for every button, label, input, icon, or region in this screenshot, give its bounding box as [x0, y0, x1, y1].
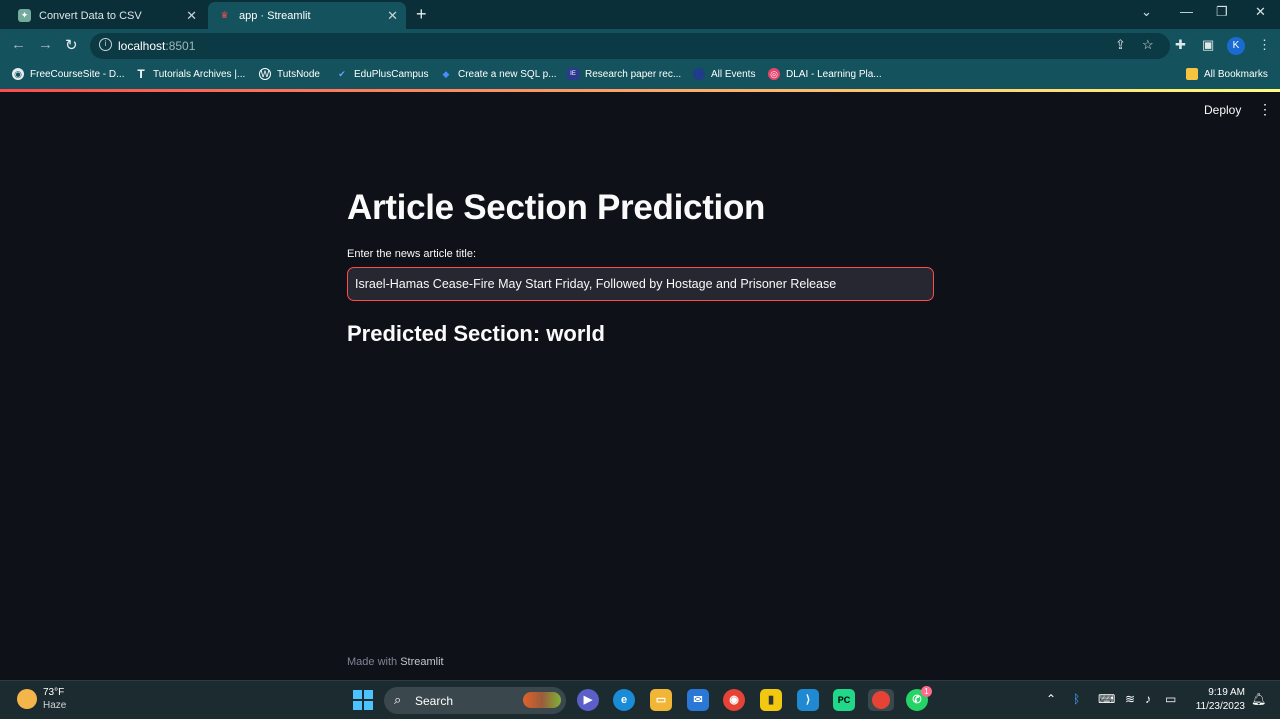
- url-text[interactable]: localhost:8501: [118, 39, 195, 53]
- bookmark-item[interactable]: ◉ FreeCourseSite - D...: [12, 68, 124, 80]
- weather-condition[interactable]: Haze: [43, 700, 66, 711]
- close-window-icon[interactable]: ✕: [1255, 4, 1266, 20]
- battery-icon[interactable]: ▭: [1165, 692, 1176, 706]
- address-bar[interactable]: i localhost:8501 ⇪ ☆: [90, 33, 1170, 59]
- deploy-button[interactable]: Deploy: [1204, 103, 1241, 117]
- page-title: Article Section Prediction: [347, 188, 766, 227]
- profile-avatar[interactable]: K: [1227, 37, 1245, 55]
- bookmark-item[interactable]: ◆ Create a new SQL p...: [440, 68, 557, 80]
- chrome-menu-icon[interactable]: ⋮: [1258, 37, 1271, 53]
- main-menu-icon[interactable]: ⋮: [1258, 101, 1272, 118]
- all-bookmarks[interactable]: All Bookmarks: [1186, 68, 1268, 80]
- clock-date[interactable]: 11/23/2023: [1190, 701, 1245, 712]
- footer: Made with Streamlit: [347, 656, 444, 668]
- chrome-active-icon[interactable]: [868, 689, 894, 711]
- site-info-icon[interactable]: i: [99, 38, 112, 51]
- wifi-icon[interactable]: ≋: [1125, 692, 1135, 706]
- notifications-bell-icon[interactable]: 🔔︎: [1251, 692, 1266, 706]
- weather-temperature[interactable]: 73°F: [43, 687, 64, 698]
- extensions-icon[interactable]: ✚: [1175, 37, 1186, 53]
- tab-strip: ✦ Convert Data to CSV ✕ ♛ app · Streamli…: [0, 0, 1280, 29]
- bookmark-item[interactable]: T Tutorials Archives |...: [135, 67, 245, 81]
- bookmark-item[interactable]: IE Research paper rec...: [567, 68, 681, 80]
- wordpress-icon: W: [259, 68, 271, 80]
- ieee-icon: IE: [567, 68, 579, 80]
- keyboard-icon[interactable]: ⌨: [1098, 692, 1115, 706]
- reload-icon[interactable]: ↻: [65, 36, 78, 54]
- weather-haze-icon[interactable]: [17, 689, 37, 709]
- bookmarks-bar: ◉ FreeCourseSite - D... T Tutorials Arch…: [0, 62, 1280, 89]
- streamlit-favicon-icon: ♛: [220, 10, 229, 20]
- tab-streamlit-app[interactable]: ♛ app · Streamlit ✕: [208, 2, 406, 29]
- streamlit-header-decoration: [0, 89, 1280, 92]
- close-tab-icon[interactable]: ✕: [186, 8, 197, 24]
- new-tab-icon[interactable]: +: [416, 4, 427, 25]
- search-icon: ⌕: [394, 692, 402, 707]
- input-label: Enter the news article title:: [347, 248, 477, 260]
- vscode-icon[interactable]: ⟩: [797, 689, 819, 711]
- back-icon[interactable]: ←: [11, 36, 26, 53]
- pycharm-icon[interactable]: PC: [833, 689, 855, 711]
- article-title-input[interactable]: [347, 267, 934, 301]
- bookmark-item[interactable]: ✔ EduPlusCampus: [336, 68, 428, 80]
- close-tab-icon[interactable]: ✕: [387, 8, 398, 24]
- forward-icon[interactable]: →: [38, 36, 53, 53]
- file-explorer-icon[interactable]: ▭: [650, 689, 672, 711]
- eduplus-icon: ✔: [338, 68, 346, 79]
- bookmark-item[interactable]: W TutsNode: [259, 68, 320, 80]
- bookmark-item[interactable]: All Events: [693, 68, 755, 80]
- minimize-icon[interactable]: —: [1180, 4, 1193, 19]
- events-icon: [693, 68, 705, 80]
- start-button-icon[interactable]: [353, 690, 373, 710]
- chrome-icon[interactable]: ◉: [723, 689, 745, 711]
- side-panel-icon[interactable]: ▣: [1202, 37, 1214, 53]
- chatgpt-favicon-icon: ✦: [18, 9, 31, 22]
- globe-icon: ◉: [12, 68, 24, 80]
- bookmark-star-icon[interactable]: ☆: [1142, 37, 1154, 53]
- whatsapp-badge: 1: [921, 686, 932, 697]
- tab-convert-data[interactable]: ✦ Convert Data to CSV ✕: [10, 2, 205, 29]
- dlai-icon: ◎: [768, 68, 780, 80]
- search-highlight-icon: [523, 692, 561, 708]
- tab-title: Convert Data to CSV: [39, 9, 142, 22]
- tray-chevron-icon[interactable]: ⌃: [1046, 692, 1056, 706]
- teams-chat-icon[interactable]: ▶: [577, 689, 599, 711]
- t-logo-icon: T: [137, 67, 145, 81]
- restore-icon[interactable]: ❐: [1216, 4, 1228, 20]
- bluetooth-icon[interactable]: ᛒ: [1073, 692, 1080, 706]
- tab-title: app · Streamlit: [239, 9, 311, 22]
- predicted-section: Predicted Section: world: [347, 321, 605, 346]
- tab-search-chevron-icon[interactable]: ⌄: [1141, 4, 1152, 20]
- share-icon[interactable]: ⇪: [1115, 37, 1126, 53]
- power-bi-icon[interactable]: ▮: [760, 689, 782, 711]
- clock-time[interactable]: 9:19 AM: [1190, 687, 1245, 698]
- streamlit-link[interactable]: Streamlit: [400, 656, 443, 668]
- sql-icon: ◆: [442, 68, 450, 79]
- bookmark-item[interactable]: ◎ DLAI - Learning Pla...: [768, 68, 882, 80]
- edge-icon[interactable]: e: [613, 689, 635, 711]
- taskbar-search[interactable]: ⌕ Search: [384, 687, 566, 714]
- mail-icon[interactable]: ✉: [687, 689, 709, 711]
- folder-icon: [1186, 68, 1198, 80]
- windows-taskbar: 73°F Haze ⌕ Search ▶ e ▭ ✉ ◉ ▮ ⟩ PC ✆ 1 …: [0, 680, 1280, 719]
- volume-icon[interactable]: ♪: [1145, 692, 1151, 706]
